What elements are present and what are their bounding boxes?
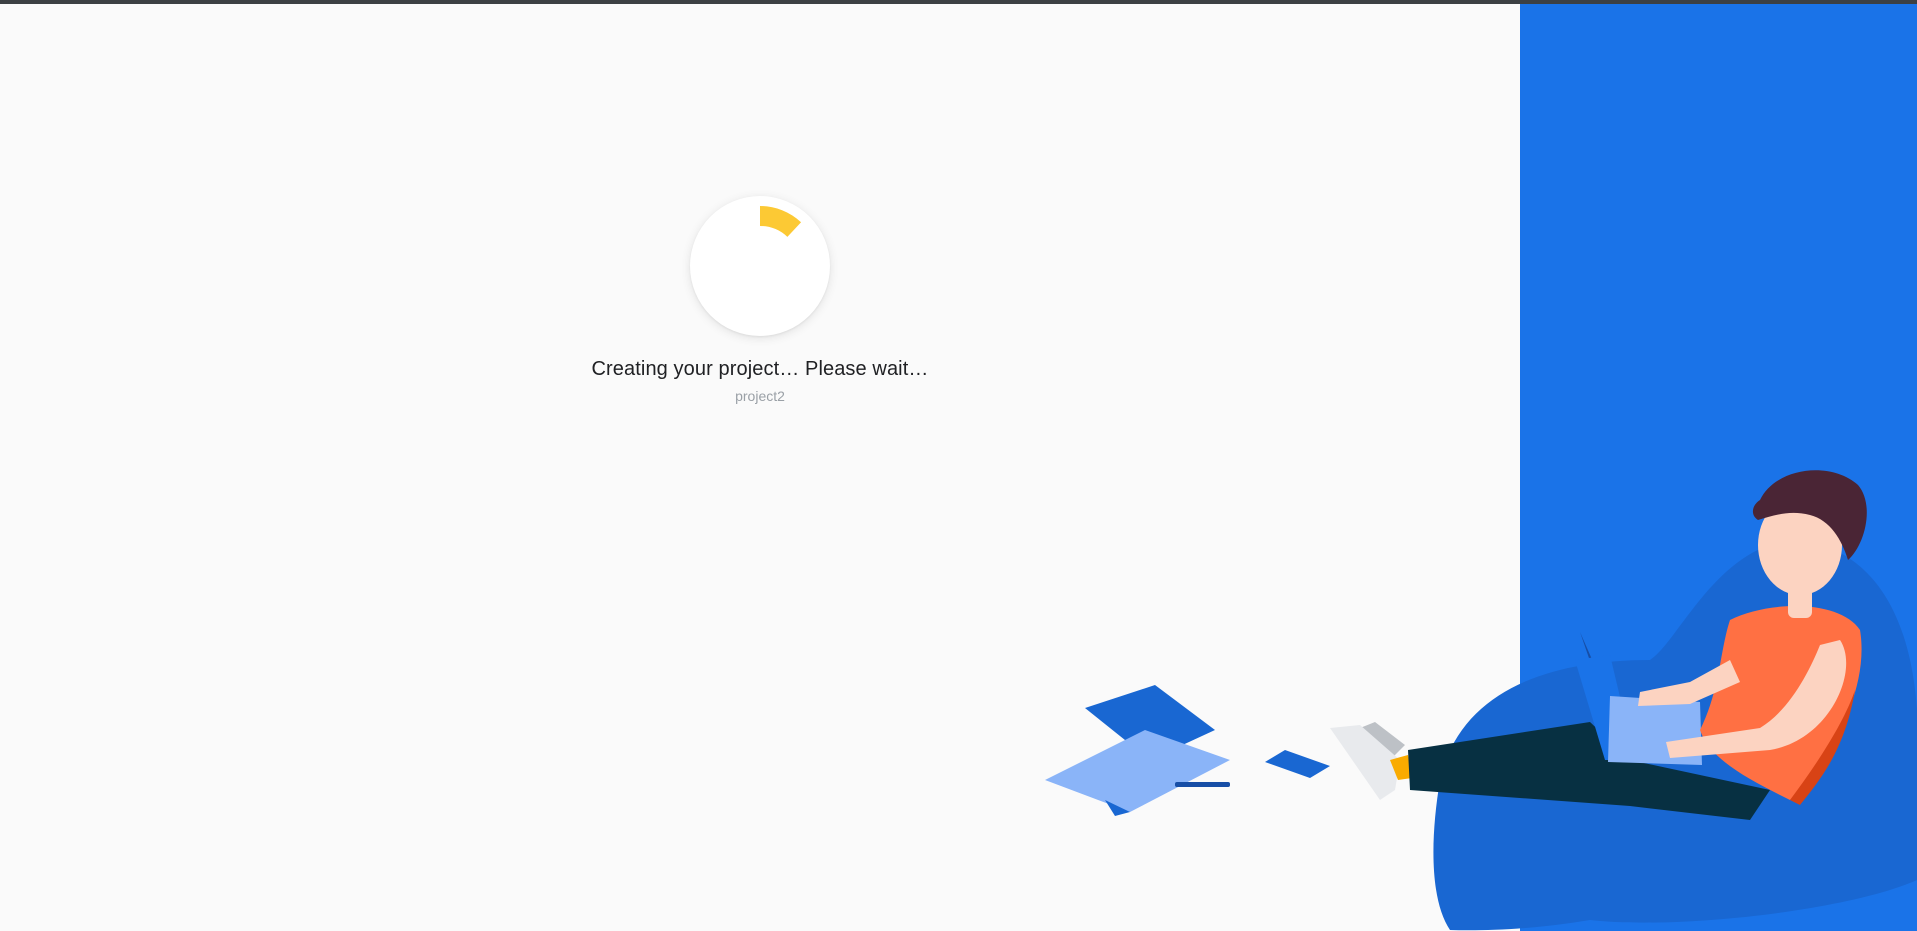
- pen: [1175, 782, 1230, 787]
- project-name: project2: [735, 388, 785, 404]
- loading-spinner: [690, 196, 830, 336]
- paper-sheet-light: [1045, 730, 1230, 812]
- person-with-laptop-illustration: [1045, 470, 1917, 931]
- phone: [1265, 750, 1330, 778]
- progress-spinner-icon: [760, 206, 802, 237]
- spinner-arc: [760, 206, 802, 237]
- status-title: Creating your project… Please wait…: [591, 358, 929, 380]
